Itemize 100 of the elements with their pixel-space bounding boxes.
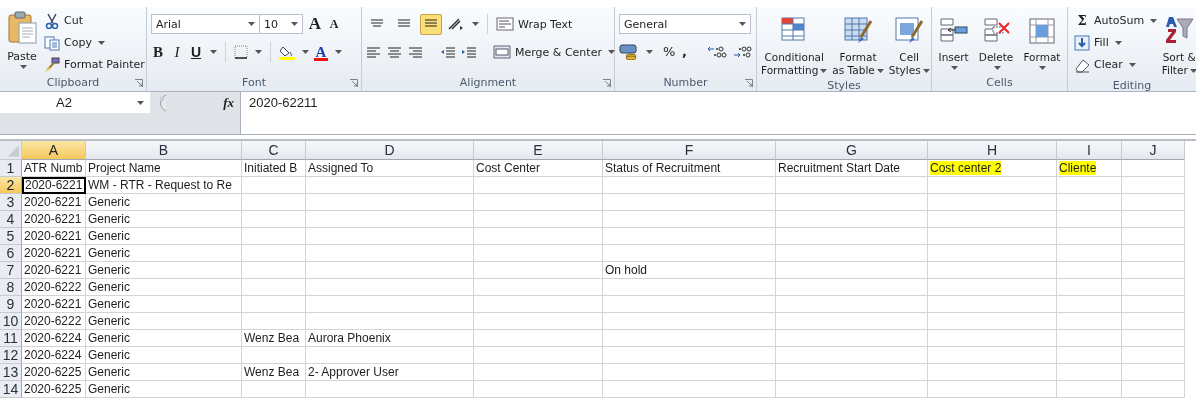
wrap-text-button[interactable]: Wrap Text	[496, 14, 573, 34]
insert-function-button[interactable]: fx	[223, 94, 234, 111]
table-cell: Assigned To	[306, 160, 474, 177]
table-cell: 2020-6225	[22, 381, 86, 398]
align-button[interactable]	[420, 13, 442, 35]
ribbon-button[interactable]: Insert	[934, 9, 974, 74]
group-label: Clipboard	[46, 76, 100, 89]
comma-button[interactable]: ,	[677, 42, 691, 62]
align-right-icon	[408, 45, 424, 59]
table-cell: Generic	[86, 228, 242, 245]
row-header[interactable]: 9	[0, 296, 22, 313]
font-name-field[interactable]: Arial	[151, 14, 260, 34]
table-cell: 2020-6221	[22, 245, 86, 262]
row-header[interactable]: 1	[0, 160, 22, 177]
table-cell: Generic	[86, 381, 242, 398]
ribbon-button[interactable]: Delete	[974, 9, 1018, 74]
ribbon-button[interactable]: Format	[1018, 9, 1065, 74]
table-cell	[242, 228, 306, 245]
column-header[interactable]: A	[22, 141, 86, 160]
sort-filter-button[interactable]: Sort & Filter	[1159, 9, 1196, 79]
table-cell: Cost Center	[474, 160, 603, 177]
table-cell: 2020-6222	[22, 313, 86, 330]
row-header[interactable]: 6	[0, 245, 22, 262]
row-header[interactable]: 12	[0, 347, 22, 364]
column-header[interactable]: H	[928, 141, 1057, 160]
font-size-field[interactable]: 10	[259, 14, 303, 34]
column-header[interactable]: B	[86, 141, 242, 160]
table-cell: Aurora Phoenix	[306, 330, 474, 347]
ribbon-button[interactable]: Σ AutoSum	[1074, 11, 1158, 30]
bold-button[interactable]: B	[151, 42, 165, 62]
caret-icon	[1189, 68, 1196, 73]
italic-button[interactable]: I	[170, 42, 184, 62]
table-cell	[242, 279, 306, 296]
font-color-button[interactable]: A	[314, 43, 328, 61]
table-cell	[242, 245, 306, 262]
ribbon-button[interactable]: Clear	[1074, 55, 1158, 74]
shrink-font-button[interactable]: A	[327, 14, 341, 34]
table-cell	[242, 262, 306, 279]
decrease-indent-icon	[440, 45, 456, 59]
table-cell: 2020-6225	[22, 364, 86, 381]
row-header[interactable]: 5	[0, 228, 22, 245]
paste-button[interactable]: Paste	[4, 9, 40, 74]
row-header[interactable]: 11	[0, 330, 22, 347]
row-header[interactable]: 4	[0, 211, 22, 228]
row-header[interactable]: 14	[0, 381, 22, 398]
group-label: Number	[663, 76, 708, 89]
table-cell: Generic	[86, 347, 242, 364]
row-header[interactable]: 7	[0, 262, 22, 279]
ribbon-button[interactable]: Fill	[1074, 33, 1158, 52]
row-header[interactable]: 8	[0, 279, 22, 296]
grow-font-button[interactable]: A	[308, 14, 322, 34]
table-cell: Generic	[86, 364, 242, 381]
column-header[interactable]: F	[603, 141, 776, 160]
insert-cells-icon	[938, 15, 969, 45]
row-header[interactable]: 10	[0, 313, 22, 330]
ribbon-button[interactable]: Conditional Formatting	[759, 9, 830, 79]
column-header[interactable]: D	[306, 141, 474, 160]
ribbon-button[interactable]: Format as Table	[830, 9, 886, 79]
row-header[interactable]: 13	[0, 364, 22, 381]
table-cell: Generic	[86, 296, 242, 313]
scissors-icon	[44, 12, 60, 29]
table-cell: 2020-6222	[22, 279, 86, 296]
clipboard-icon	[6, 11, 38, 44]
ribbon-button[interactable]: Cut	[44, 11, 145, 30]
table-cell: Generic	[86, 313, 242, 330]
table-cell	[1057, 194, 1122, 211]
caret-icon	[335, 50, 342, 54]
name-box[interactable]: A2	[0, 92, 150, 113]
borders-icon	[234, 45, 248, 59]
fill-down-icon	[1074, 34, 1090, 51]
column-header[interactable]: C	[242, 141, 306, 160]
ribbon-button[interactable]: Cell Styles	[886, 9, 932, 79]
table-cell	[1057, 279, 1122, 296]
caret-icon	[248, 22, 255, 26]
table-cell	[242, 313, 306, 330]
copy-icon	[44, 34, 60, 51]
increase-indent-icon	[461, 45, 477, 59]
table-cell: Generic	[86, 279, 242, 296]
column-header[interactable]: J	[1122, 141, 1185, 160]
merge-center-button[interactable]: Merge & Center	[493, 42, 615, 62]
column-header[interactable]: I	[1057, 141, 1122, 160]
ribbon-button[interactable]: Format Painter	[44, 55, 145, 74]
table-cell: Wenz Bea	[242, 364, 306, 381]
table-cell: Wenz Bea	[242, 330, 306, 347]
active-cell[interactable]: 2020-6221	[22, 177, 86, 194]
table-cell: Generic	[86, 194, 242, 211]
ribbon-button[interactable]: Copy	[44, 33, 145, 52]
table-cell	[1057, 381, 1122, 398]
format-cells-icon	[1026, 15, 1057, 45]
column-header[interactable]: E	[474, 141, 603, 160]
formula-field[interactable]: 2020-62211	[240, 92, 1196, 134]
row-header[interactable]: 3	[0, 194, 22, 211]
column-header[interactable]: G	[776, 141, 928, 160]
row-header[interactable]: 2	[0, 177, 22, 194]
sort-filter-icon	[1164, 15, 1195, 45]
underline-button[interactable]: U	[189, 42, 203, 62]
table-cell: Cost center 2	[928, 160, 1057, 177]
caret-icon	[739, 22, 746, 26]
table-cell: Initiated B	[242, 160, 306, 177]
number-format-field[interactable]: General	[619, 14, 751, 34]
